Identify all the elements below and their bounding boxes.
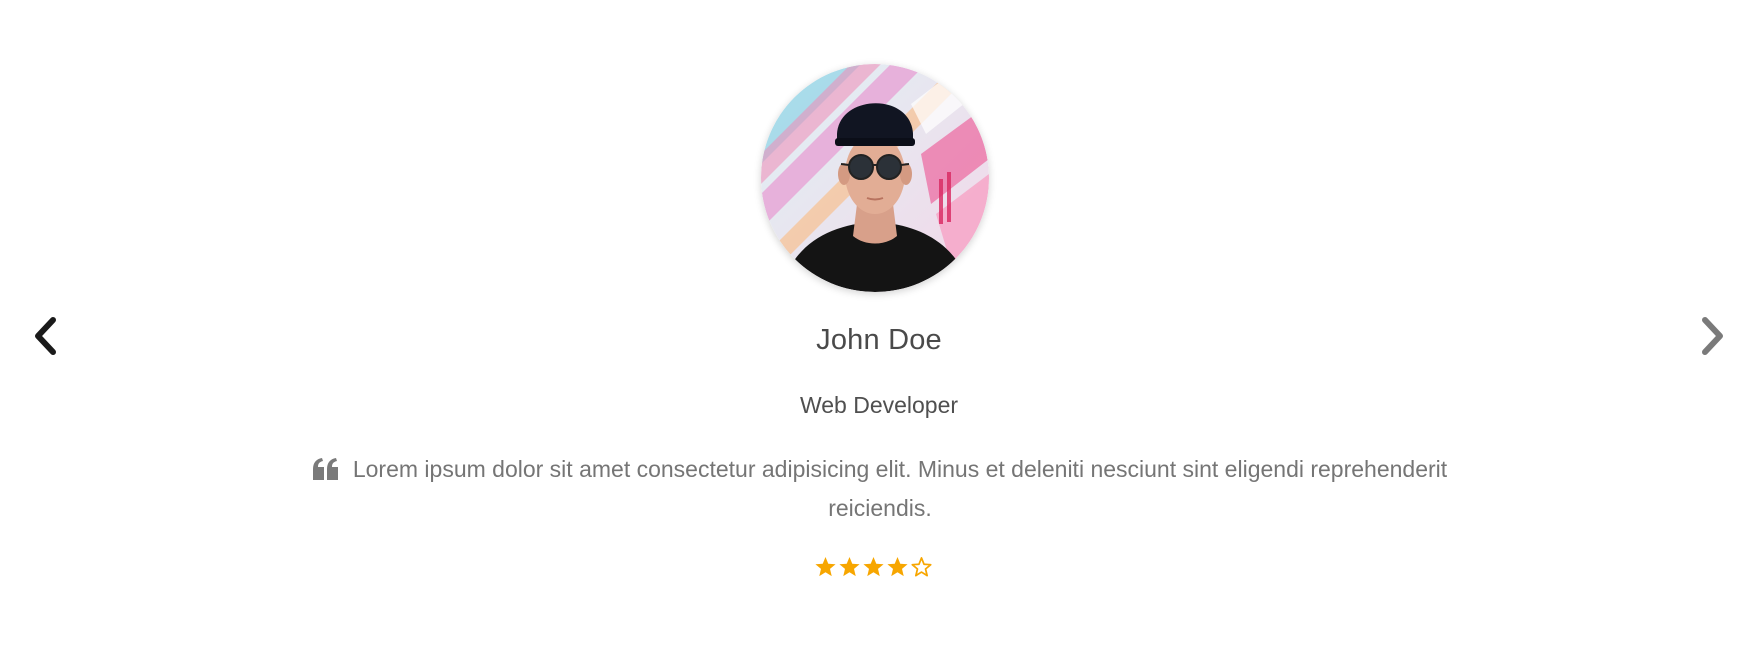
person-role: Web Developer [799,392,959,418]
avatar [761,64,989,292]
star-icon [863,556,884,577]
quote-text: Lorem ipsum dolor sit amet consectetur a… [352,456,1448,521]
quote-left-icon [312,458,338,480]
star-icon [815,556,836,577]
testimonial-carousel: John Doe Web Developer Lorem ipsum dolor… [0,0,1758,650]
testimonial-quote: Lorem ipsum dolor sit amet consectetur a… [272,450,1488,528]
chevron-right-icon [1702,317,1723,355]
star-icon [887,556,908,577]
star-rating [814,555,933,583]
next-slide-button[interactable] [1696,314,1730,358]
person-name: John Doe [816,324,942,356]
testimonial-slide: John Doe Web Developer Lorem ipsum dolor… [0,0,1758,650]
star-outline-icon [911,557,932,577]
star-icon [839,556,860,577]
